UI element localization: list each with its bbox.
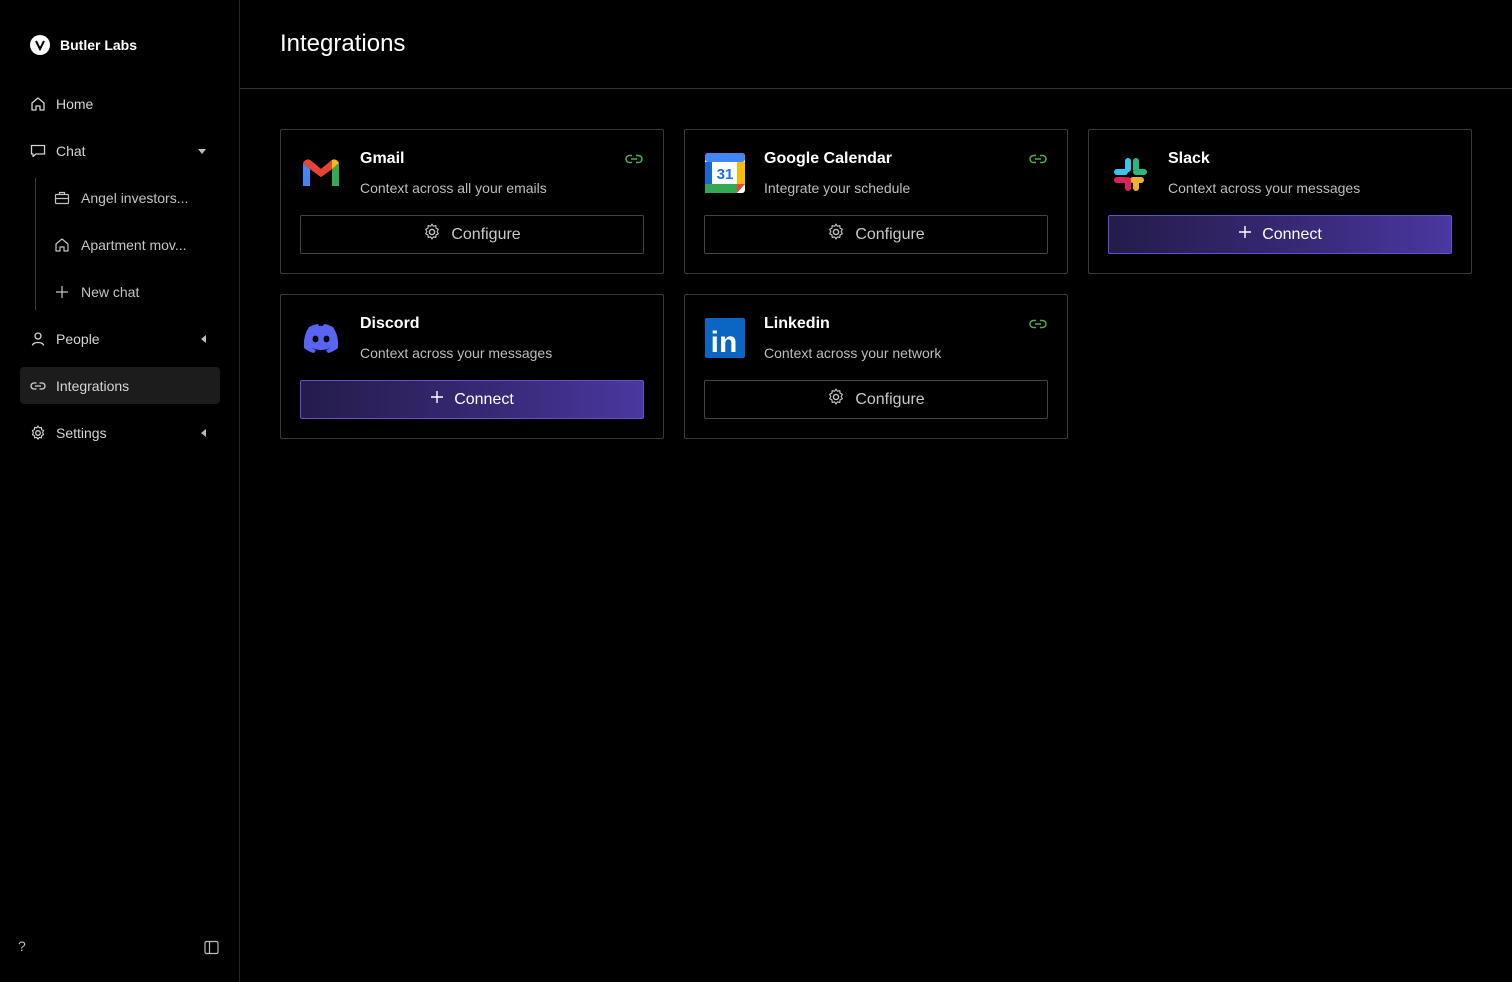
integration-name: Slack xyxy=(1168,150,1210,167)
sidebar-item-label: Chat xyxy=(56,142,86,159)
person-icon xyxy=(30,331,46,347)
sidebar-item-label: Integrations xyxy=(56,377,130,394)
home-icon xyxy=(54,237,70,253)
sidebar-item-settings[interactable]: Settings xyxy=(20,414,220,451)
chat-item-label: New chat xyxy=(81,283,140,300)
butler-logo-icon xyxy=(30,35,50,55)
slack-logo-icon xyxy=(1108,152,1150,194)
gmail-logo-icon xyxy=(300,152,342,194)
gear-icon xyxy=(827,223,845,246)
linkedin-logo-text: in xyxy=(711,326,738,359)
integration-description: Context across your messages xyxy=(1168,180,1361,196)
chat-item-angel-investors[interactable]: Angel investors... xyxy=(46,179,220,216)
sidebar-item-chat[interactable]: Chat xyxy=(20,132,220,169)
connect-label: Connect xyxy=(1262,225,1322,243)
configure-button[interactable]: Configure xyxy=(300,215,644,254)
submenu-line xyxy=(35,178,36,310)
page-header: Integrations xyxy=(240,0,1512,89)
integration-card-google-calendar: 31 Google Calendar Integrate your schedu… xyxy=(684,129,1068,274)
integration-name: Gmail xyxy=(360,150,405,167)
sidebar-item-integrations[interactable]: Integrations xyxy=(20,367,220,404)
sidebar-item-label: Settings xyxy=(56,424,107,441)
connected-link-icon xyxy=(1029,152,1047,166)
integration-card-discord: Discord Context across your messages Con… xyxy=(280,294,664,439)
configure-label: Configure xyxy=(855,390,925,408)
sidebar-toggle-icon[interactable] xyxy=(204,940,219,955)
brand[interactable]: Butler Labs xyxy=(30,35,137,55)
sidebar-item-label: Home xyxy=(56,95,94,112)
configure-button[interactable]: Configure xyxy=(704,215,1048,254)
plus-icon xyxy=(1238,225,1252,244)
connected-link-icon xyxy=(625,152,643,166)
integration-description: Context across your network xyxy=(764,345,942,361)
page-title: Integrations xyxy=(280,30,406,57)
integration-name: Discord xyxy=(360,315,420,332)
chat-item-label: Angel investors... xyxy=(81,189,189,206)
caret-left-icon[interactable] xyxy=(200,424,206,442)
plus-icon xyxy=(430,390,444,409)
linkedin-logo-icon: in xyxy=(704,317,746,359)
caret-left-icon[interactable] xyxy=(200,330,206,348)
configure-label: Configure xyxy=(855,225,925,243)
integration-card-slack: Slack Context across your messages Conne… xyxy=(1088,129,1472,274)
new-chat-button[interactable]: New chat xyxy=(46,273,220,310)
integration-card-linkedin: in Linkedin Context across your network … xyxy=(684,294,1068,439)
gear-icon xyxy=(827,388,845,411)
connect-label: Connect xyxy=(454,390,514,408)
chat-item-apartment[interactable]: Apartment mov... xyxy=(46,226,220,263)
integration-description: Context across your messages xyxy=(360,345,553,361)
integration-name: Google Calendar xyxy=(764,150,893,167)
connect-button[interactable]: Connect xyxy=(300,380,644,419)
calendar-date-label: 31 xyxy=(717,166,734,183)
chat-item-label: Apartment mov... xyxy=(81,236,187,253)
chat-icon xyxy=(30,143,46,159)
sidebar-item-home[interactable]: Home xyxy=(20,85,220,122)
caret-down-icon[interactable] xyxy=(198,142,206,160)
configure-button[interactable]: Configure xyxy=(704,380,1048,419)
gear-icon xyxy=(423,223,441,246)
configure-label: Configure xyxy=(451,225,521,243)
sidebar-item-label: People xyxy=(56,330,100,347)
connect-button[interactable]: Connect xyxy=(1108,215,1452,254)
google-calendar-logo-icon: 31 xyxy=(704,152,746,194)
integration-description: Integrate your schedule xyxy=(764,180,911,196)
help-button[interactable]: ? xyxy=(18,938,26,954)
integration-name: Linkedin xyxy=(764,315,830,332)
gear-icon xyxy=(30,424,46,441)
sidebar: Butler Labs Home Chat Angel investors...… xyxy=(0,0,240,982)
plus-icon xyxy=(54,284,70,300)
home-icon xyxy=(30,96,46,112)
integration-card-gmail: Gmail Context across all your emails Con… xyxy=(280,129,664,274)
discord-logo-icon xyxy=(300,317,342,359)
brand-name: Butler Labs xyxy=(60,37,138,53)
link-icon xyxy=(30,378,46,394)
sidebar-item-people[interactable]: People xyxy=(20,320,220,357)
integration-description: Context across all your emails xyxy=(360,180,547,196)
briefcase-icon xyxy=(54,190,70,206)
connected-link-icon xyxy=(1029,317,1047,331)
